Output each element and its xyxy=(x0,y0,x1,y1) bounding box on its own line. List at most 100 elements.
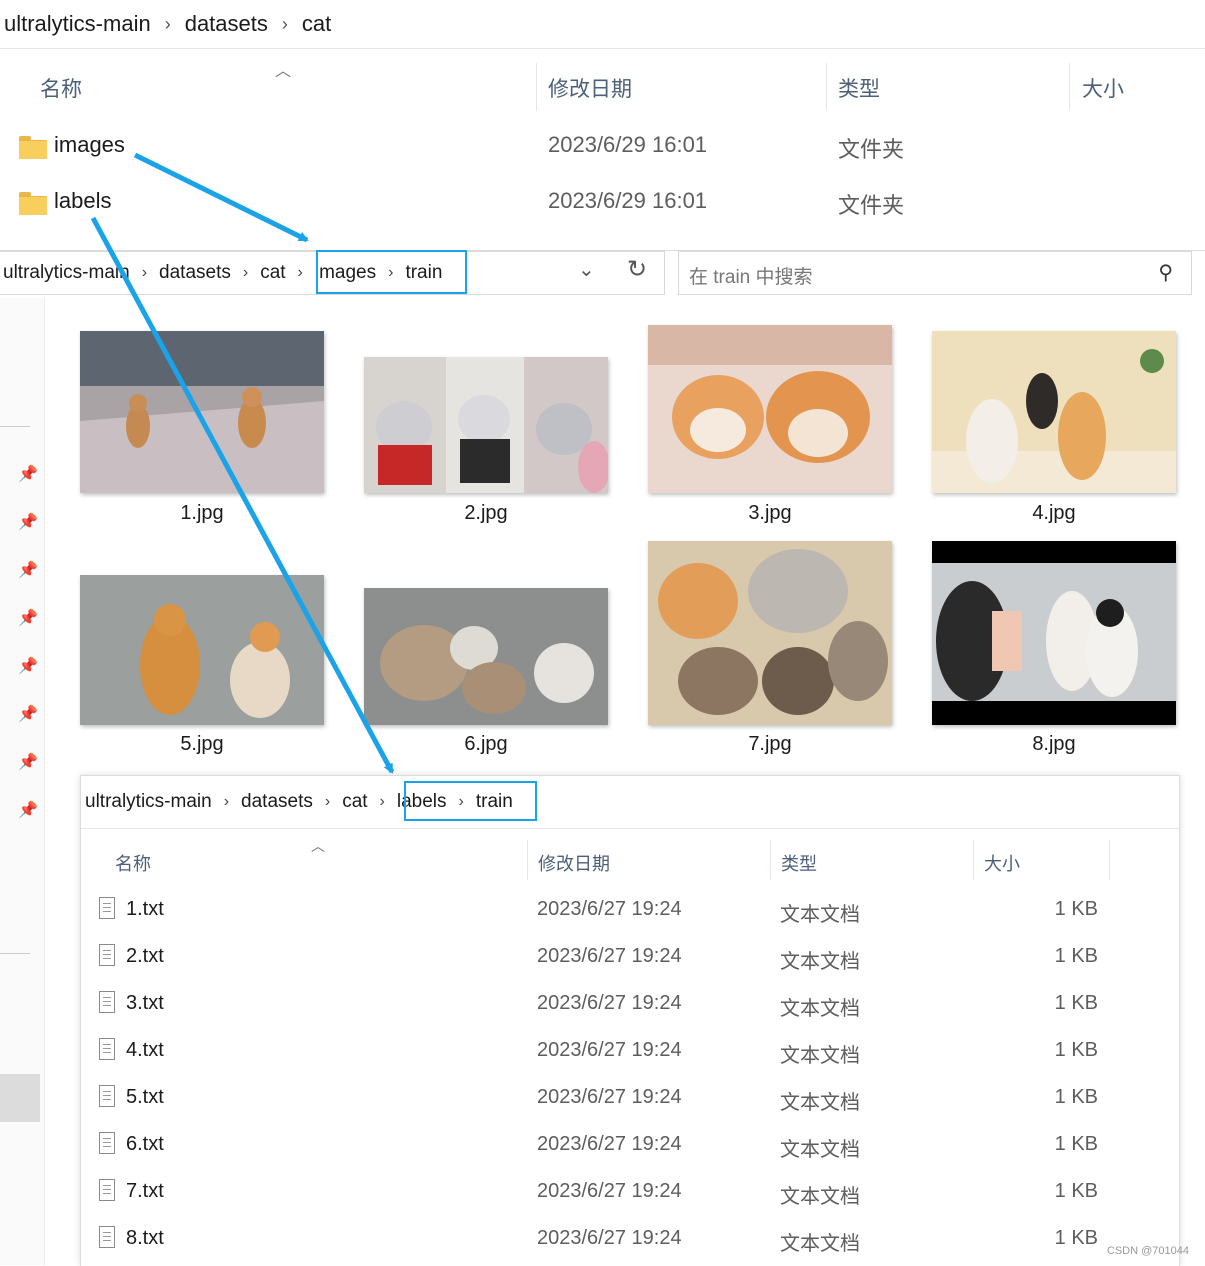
thumbnail-caption[interactable]: 2.jpg xyxy=(364,502,608,525)
top-column-header: 名称 ︿ 修改日期 类型 大小 xyxy=(0,55,1205,115)
file-type: 文本文档 xyxy=(780,1045,860,1067)
folder-type: 文件夹 xyxy=(838,137,905,162)
file-name: 1.txt xyxy=(126,898,164,920)
file-row[interactable]: 4.txt 2023/6/27 19:24 文本文档 1 KB xyxy=(80,1027,1178,1074)
bottom-breadcrumb[interactable]: ultralytics-main › datasets › cat › labe… xyxy=(81,776,1179,829)
labels-train-highlight xyxy=(404,781,537,821)
image-thumbnail[interactable] xyxy=(80,575,324,725)
thumbnail-caption[interactable]: 7.jpg xyxy=(648,733,892,756)
thumbnail-caption[interactable]: 6.jpg xyxy=(364,733,608,756)
file-row[interactable]: 3.txt 2023/6/27 19:24 文本文档 1 KB xyxy=(80,980,1178,1027)
header-date[interactable]: 修改日期 xyxy=(548,73,632,103)
file-list: 1.txt 2023/6/27 19:24 文本文档 1 KB 2.txt 2023/6/… xyxy=(80,886,1178,1265)
image-thumbnail[interactable] xyxy=(364,588,608,725)
column-divider[interactable] xyxy=(1109,840,1110,880)
pin-icon[interactable]: 📌 xyxy=(18,656,38,676)
file-date: 2023/6/27 19:24 xyxy=(537,1133,682,1155)
header-type[interactable]: 类型 xyxy=(781,850,817,876)
header-type[interactable]: 类型 xyxy=(838,73,880,103)
nav-divider xyxy=(0,426,30,427)
pin-icon[interactable]: 📌 xyxy=(18,560,38,580)
file-name: 5.txt xyxy=(126,1086,164,1108)
file-size: 1 KB xyxy=(1054,1086,1098,1108)
folder-type: 文件夹 xyxy=(838,193,905,218)
folder-date: 2023/6/29 16:01 xyxy=(548,188,708,213)
file-date: 2023/6/27 19:24 xyxy=(537,945,682,967)
chevron-right-icon: › xyxy=(379,793,385,810)
file-row[interactable]: 7.txt 2023/6/27 19:24 文本文档 1 KB xyxy=(80,1168,1178,1215)
folder-row[interactable]: images 2023/6/29 16:01 文件夹 xyxy=(0,122,1205,172)
nav-selected-item[interactable] xyxy=(0,1074,40,1122)
image-thumbnail[interactable] xyxy=(932,541,1176,725)
file-size: 1 KB xyxy=(1054,1039,1098,1061)
images-train-toolbar: ultralytics-main › datasets › cat › imag… xyxy=(0,250,1205,299)
column-divider[interactable] xyxy=(770,840,771,880)
crumb-cat[interactable]: cat xyxy=(257,262,288,284)
folder-row[interactable]: labels 2023/6/29 16:01 文件夹 xyxy=(0,178,1205,228)
file-name: 3.txt xyxy=(126,992,164,1014)
refresh-icon[interactable]: ↻ xyxy=(627,255,647,284)
crumb-datasets[interactable]: datasets xyxy=(181,11,272,37)
thumbnail-caption[interactable]: 4.jpg xyxy=(932,502,1176,525)
crumb-cat[interactable]: cat xyxy=(339,791,370,813)
pin-icon[interactable]: 📌 xyxy=(18,512,38,532)
images-train-highlight xyxy=(316,250,467,294)
column-divider[interactable] xyxy=(826,63,827,111)
bottom-column-header: 名称 ︿ 修改日期 类型 大小 xyxy=(81,836,1179,884)
crumb-ultralytics-main[interactable]: ultralytics-main xyxy=(0,11,155,37)
search-icon[interactable]: ⚲ xyxy=(1158,260,1173,285)
chevron-right-icon: › xyxy=(297,264,303,281)
search-input[interactable]: 在 train 中搜索 ⚲ xyxy=(678,251,1192,295)
file-size: 1 KB xyxy=(1054,945,1098,967)
text-file-icon xyxy=(99,944,115,966)
header-date[interactable]: 修改日期 xyxy=(538,850,610,876)
file-date: 2023/6/27 19:24 xyxy=(537,1039,682,1061)
nav-divider xyxy=(0,953,30,954)
crumb-datasets[interactable]: datasets xyxy=(238,791,316,813)
folder-icon xyxy=(19,136,47,159)
top-breadcrumb[interactable]: ultralytics-main › datasets › cat xyxy=(0,0,1205,49)
thumbnail-caption[interactable]: 8.jpg xyxy=(932,733,1176,756)
text-file-icon xyxy=(99,1085,115,1107)
file-row[interactable]: 5.txt 2023/6/27 19:24 文本文档 1 KB xyxy=(80,1074,1178,1121)
chevron-down-icon[interactable]: ⌄ xyxy=(578,257,595,282)
navigation-pane: 📌 📌 📌 📌 📌 📌 📌 📌 xyxy=(0,298,45,1265)
crumb-ultralytics-main[interactable]: ultralytics-main xyxy=(81,791,215,813)
pin-icon[interactable]: 📌 xyxy=(18,800,38,820)
file-date: 2023/6/27 19:24 xyxy=(537,992,682,1014)
pin-icon[interactable]: 📌 xyxy=(18,464,38,484)
column-divider[interactable] xyxy=(1069,63,1070,111)
watermark: CSDN @701044 xyxy=(1106,1245,1189,1257)
header-size[interactable]: 大小 xyxy=(1082,73,1124,103)
folder-date: 2023/6/29 16:01 xyxy=(548,132,708,157)
header-size[interactable]: 大小 xyxy=(984,850,1020,876)
file-row[interactable]: 8.txt 2023/6/27 19:24 文本文档 1 KB xyxy=(80,1215,1178,1262)
image-thumbnail[interactable] xyxy=(648,325,892,493)
file-row[interactable]: 2.txt 2023/6/27 19:24 文本文档 1 KB xyxy=(80,933,1178,980)
crumb-datasets[interactable]: datasets xyxy=(156,262,234,284)
column-divider[interactable] xyxy=(973,840,974,880)
header-name[interactable]: 名称 xyxy=(115,850,151,876)
file-row[interactable]: 1.txt 2023/6/27 19:24 文本文档 1 KB xyxy=(80,886,1178,933)
pin-icon[interactable]: 📌 xyxy=(18,704,38,724)
file-type: 文本文档 xyxy=(780,1233,860,1255)
thumbnail-caption[interactable]: 3.jpg xyxy=(648,502,892,525)
file-size: 1 KB xyxy=(1054,898,1098,920)
column-divider[interactable] xyxy=(527,840,528,880)
crumb-cat[interactable]: cat xyxy=(298,11,335,37)
file-row[interactable]: 6.txt 2023/6/27 19:24 文本文档 1 KB xyxy=(80,1121,1178,1168)
pin-icon[interactable]: 📌 xyxy=(18,608,38,628)
chevron-right-icon: › xyxy=(242,264,249,281)
image-thumbnail[interactable] xyxy=(932,331,1176,493)
column-divider[interactable] xyxy=(536,63,537,111)
image-thumbnail[interactable] xyxy=(648,541,892,725)
pin-icon[interactable]: 📌 xyxy=(18,752,38,772)
thumbnail-caption[interactable]: 1.jpg xyxy=(80,502,324,525)
header-name[interactable]: 名称 xyxy=(40,73,82,103)
image-thumbnail[interactable] xyxy=(364,357,608,493)
image-thumbnail[interactable] xyxy=(80,331,324,493)
thumbnail-caption[interactable]: 5.jpg xyxy=(80,733,324,756)
sort-up-icon: ︿ xyxy=(275,63,292,80)
text-file-icon xyxy=(99,1226,115,1248)
crumb-ultralytics-main[interactable]: ultralytics-main xyxy=(0,262,133,284)
